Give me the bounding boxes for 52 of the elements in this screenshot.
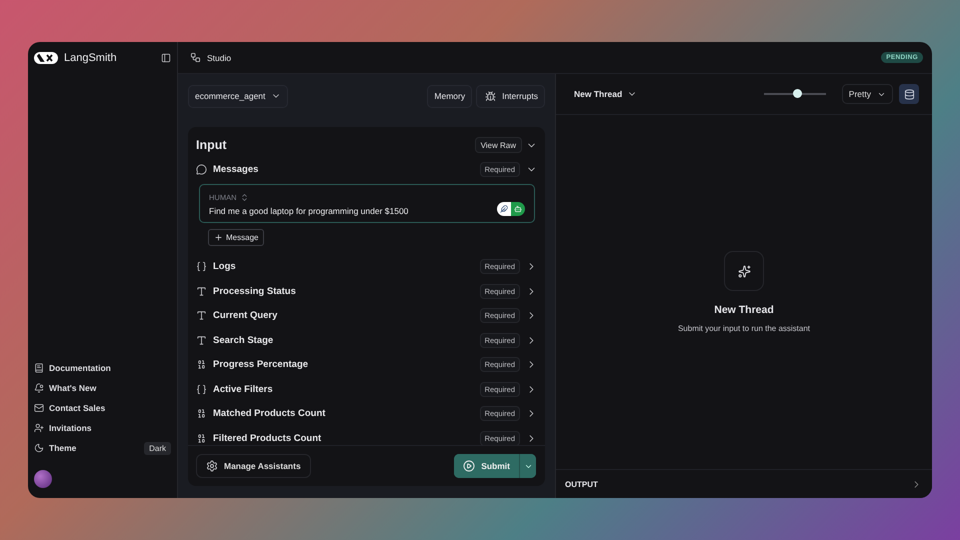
- sidebar-item[interactable]: Documentation: [34, 360, 171, 376]
- thread-dropdown[interactable]: New Thread: [574, 89, 638, 99]
- up-down-icon: [240, 192, 248, 202]
- mode-toggle[interactable]: [497, 202, 525, 216]
- chat-bubble-icon: [196, 164, 207, 175]
- plus-icon: [214, 232, 223, 242]
- feather-icon: [500, 204, 508, 212]
- theme-value[interactable]: Dark: [144, 442, 171, 454]
- logo-icon: [34, 52, 58, 64]
- graph-icon: [190, 52, 201, 63]
- toolbar-button[interactable]: Memory: [427, 84, 472, 108]
- braces-icon: [196, 261, 207, 272]
- text-type-icon: [196, 310, 207, 322]
- empty-title: New Thread: [714, 304, 774, 316]
- database-icon: [904, 88, 914, 100]
- bot-icon: [514, 204, 522, 212]
- sidebar-item[interactable]: What's New: [34, 380, 171, 396]
- sidebar-toggle-icon: [161, 53, 171, 63]
- submit-options-button[interactable]: [519, 454, 536, 478]
- format-dropdown[interactable]: Pretty: [842, 84, 893, 104]
- moon-icon: [34, 443, 44, 453]
- manage-assistants-button[interactable]: Manage Assistants: [196, 454, 311, 478]
- mail-icon: [34, 403, 44, 413]
- slider-thumb[interactable]: [793, 89, 802, 98]
- add-message-button[interactable]: Message: [208, 228, 264, 246]
- assistant-dropdown[interactable]: ecommerce_agent: [188, 84, 288, 108]
- avatar[interactable]: [34, 470, 52, 488]
- database-button[interactable]: [899, 84, 919, 104]
- binary-icon: [196, 359, 207, 370]
- sidebar-item[interactable]: Invitations: [34, 420, 171, 436]
- brand-name: LangSmith: [64, 52, 118, 64]
- view-raw-button[interactable]: View Raw: [474, 137, 522, 153]
- empty-text: Submit your input to run the assistant: [678, 324, 810, 333]
- bug-icon: [485, 90, 496, 102]
- user-plus-icon: [34, 423, 44, 433]
- bell-icon: [34, 383, 44, 393]
- sidebar-item[interactable]: Theme Dark: [34, 440, 171, 456]
- card-title: Input: [196, 138, 228, 152]
- sidebar-item[interactable]: Contact Sales: [34, 400, 171, 416]
- message-text[interactable]: Find me a good laptop for programming under $1500: [209, 206, 497, 216]
- text-type-icon: [196, 334, 207, 346]
- text-type-icon: [196, 286, 207, 297]
- settings-icon: [206, 460, 218, 472]
- book-icon: [34, 363, 44, 373]
- braces-icon: [196, 384, 207, 395]
- sparkle-icon: [738, 264, 750, 278]
- output-bar[interactable]: OUTPUT: [556, 469, 932, 498]
- binary-icon: [196, 432, 207, 444]
- toolbar-button[interactable]: Interrupts: [476, 84, 545, 108]
- binary-icon: [196, 408, 207, 420]
- play-icon: [463, 460, 476, 472]
- page-title: Studio: [207, 52, 232, 62]
